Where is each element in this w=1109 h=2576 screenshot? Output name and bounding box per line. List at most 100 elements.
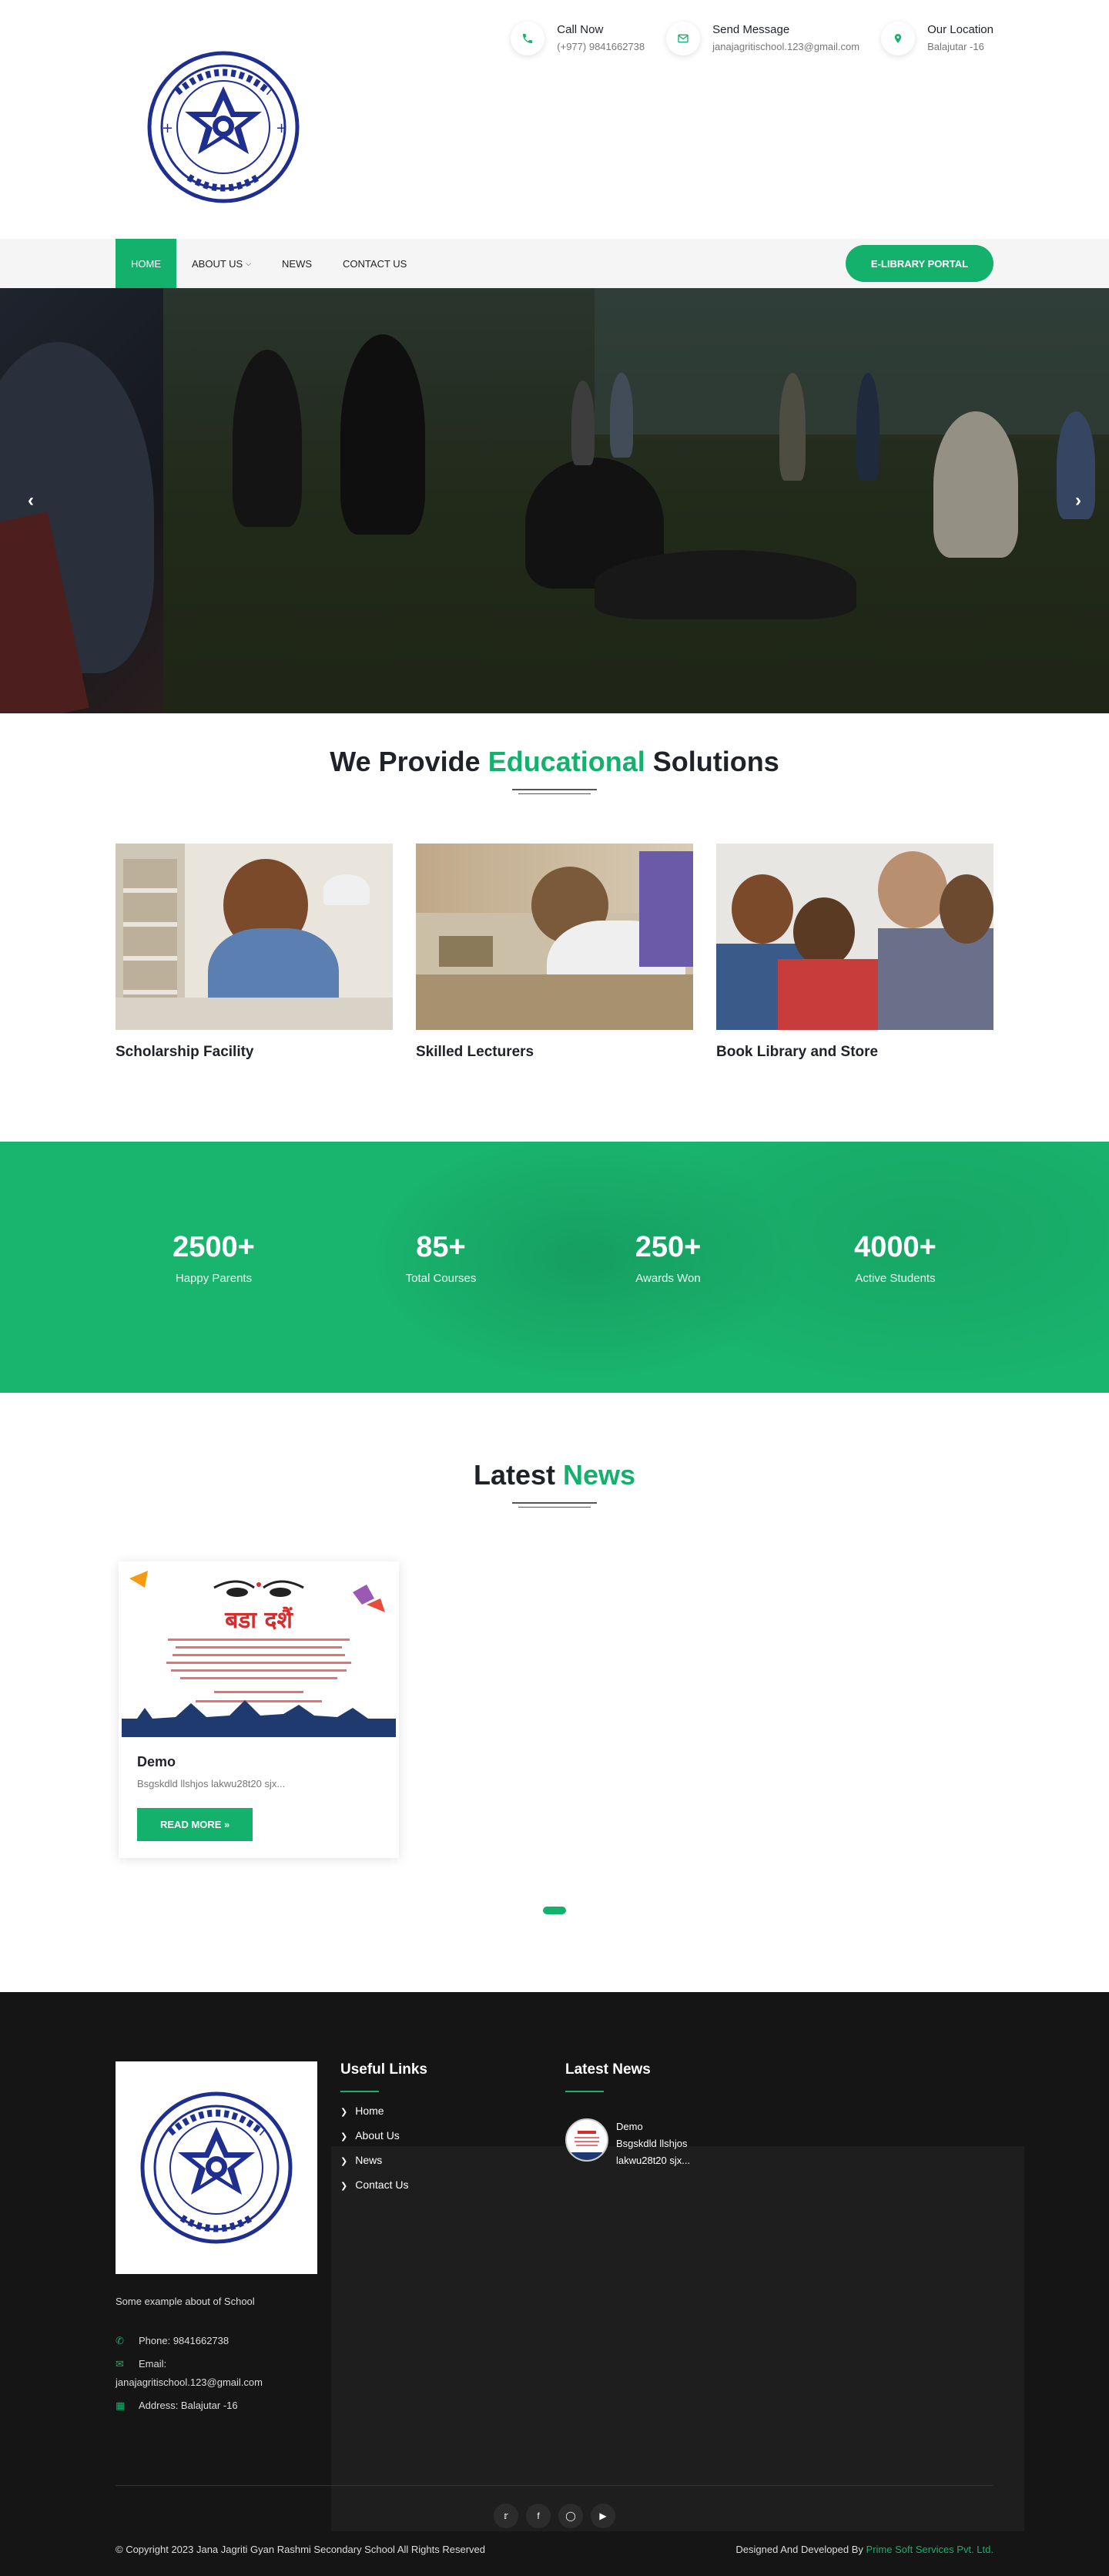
stat-value: 250+ bbox=[635, 1231, 702, 1263]
solution-card[interactable]: Book Library and Store bbox=[716, 844, 993, 1061]
library-image bbox=[716, 844, 993, 1030]
footer-news-item[interactable]: Demo Bsgskdld llshjos lakwu28t20 sjx... bbox=[565, 2118, 790, 2169]
heading-text: Latest bbox=[473, 1459, 555, 1491]
e-library-portal-button[interactable]: E-LIBRARY PORTAL bbox=[846, 245, 993, 282]
stat-value: 4000+ bbox=[854, 1231, 936, 1263]
news-excerpt: Bsgskdld llshjos lakwu28t20 sjx... bbox=[137, 1778, 286, 1789]
stat-counter: 85+ Total Courses bbox=[341, 1231, 541, 1285]
chevron-right-icon: ❯ bbox=[340, 2108, 348, 2117]
svg-text:+: + bbox=[276, 120, 287, 136]
hero-slider: ‹ › bbox=[0, 288, 1109, 713]
solution-title: Scholarship Facility bbox=[116, 1044, 254, 1060]
footer-phone: ✆ Phone: 9841662738 bbox=[116, 2333, 340, 2349]
chevron-down-icon: ⌵ bbox=[246, 259, 252, 267]
solutions-heading: We Provide Educational Solutions bbox=[116, 746, 993, 778]
designed-by: Designed And Developed By Prime Soft Ser… bbox=[735, 2544, 993, 2555]
solution-card[interactable]: Skilled Lecturers bbox=[416, 844, 693, 1061]
solution-title: Book Library and Store bbox=[716, 1044, 879, 1060]
map-icon: ▦ bbox=[116, 2400, 126, 2411]
chevron-right-icon: ❯ bbox=[340, 2157, 348, 2166]
heading-underline bbox=[512, 1502, 597, 1508]
latest-news-section: Latest News बडा दशैं Demo Bsgskdld llshj… bbox=[0, 1393, 1109, 1992]
twitter-icon[interactable]: 𝕣 bbox=[494, 2504, 518, 2528]
designed-by-label: Designed And Developed By bbox=[735, 2544, 863, 2555]
footer-heading: Latest News bbox=[565, 2061, 651, 2078]
stat-counter: 4000+ Active Students bbox=[796, 1231, 996, 1285]
social-links: 𝕣 f ◯ ▶ bbox=[116, 2504, 993, 2528]
footer-about-column: Some example about of School ✆ Phone: 98… bbox=[116, 2061, 340, 2421]
footer-phone-text: Phone: 9841662738 bbox=[139, 2335, 230, 2346]
youtube-icon[interactable]: ▶ bbox=[591, 2504, 615, 2528]
envelope-icon bbox=[666, 22, 701, 55]
contact-location[interactable]: Our Location Balajutar -16 bbox=[881, 22, 993, 55]
footer-logo bbox=[116, 2061, 317, 2274]
header-contacts: Call Now (+977) 9841662738 Send Message … bbox=[511, 22, 993, 55]
stat-label: Awards Won bbox=[635, 1272, 701, 1285]
stat-value: 85+ bbox=[416, 1231, 466, 1263]
footer-link-label: News bbox=[355, 2154, 383, 2166]
lecturers-image bbox=[416, 844, 693, 1030]
news-poster-image: बडा दशैं bbox=[122, 1565, 396, 1737]
slider-next-arrow-icon[interactable]: › bbox=[1075, 490, 1081, 512]
nav-home[interactable]: HOME bbox=[116, 239, 176, 288]
contact-value: janajagritischool.123@gmail.com bbox=[712, 41, 860, 52]
contact-value: (+977) 9841662738 bbox=[557, 41, 645, 52]
instagram-icon[interactable]: ◯ bbox=[558, 2504, 583, 2528]
footer-useful-links: Useful Links ❯ Home ❯ About Us ❯ News ❯ Cont… bbox=[340, 2061, 565, 2421]
nav-news[interactable]: NEWS bbox=[266, 239, 327, 288]
contact-title: Our Location bbox=[927, 23, 993, 36]
footer-link-label: Contact Us bbox=[355, 2179, 409, 2191]
footer-link-home[interactable]: ❯ Home bbox=[340, 2105, 565, 2117]
stat-value: 2500+ bbox=[173, 1231, 255, 1263]
footer-divider bbox=[116, 2485, 993, 2486]
poster-heading: बडा दशैं bbox=[224, 1606, 293, 1634]
phone-icon: ✆ bbox=[116, 2335, 124, 2346]
nav-contact-us[interactable]: CONTACT US bbox=[327, 239, 422, 288]
footer-news-thumbnail bbox=[565, 2118, 608, 2162]
svg-text:+: + bbox=[162, 120, 173, 136]
footer-link-news[interactable]: ❯ News bbox=[340, 2154, 565, 2166]
news-title[interactable]: Demo bbox=[137, 1754, 380, 1770]
map-marker-icon bbox=[881, 22, 916, 55]
slider-prev-arrow-icon[interactable]: ‹ bbox=[28, 490, 34, 512]
heading-text: Solutions bbox=[652, 746, 779, 777]
phone-icon bbox=[511, 22, 545, 55]
footer-link-contact-us[interactable]: ❯ Contact Us bbox=[340, 2179, 565, 2191]
footer-news-excerpt-line: lakwu28t20 sjx... bbox=[616, 2155, 691, 2166]
contact-title: Call Now bbox=[557, 23, 604, 36]
contact-message[interactable]: Send Message janajagritischool.123@gmail… bbox=[666, 22, 859, 55]
read-more-button[interactable]: READ MORE » bbox=[137, 1808, 253, 1841]
solution-card[interactable]: Scholarship Facility bbox=[116, 844, 393, 1061]
footer-email: ✉ Email: bbox=[116, 2356, 340, 2372]
designer-link[interactable]: Prime Soft Services Pvt. Ltd. bbox=[866, 2544, 993, 2555]
chevron-right-icon: ❯ bbox=[340, 2132, 348, 2142]
carousel-dot-active[interactable] bbox=[543, 1907, 566, 1914]
footer-link-label: Home bbox=[355, 2105, 384, 2117]
stat-counter: 2500+ Happy Parents bbox=[114, 1231, 314, 1285]
solution-title: Skilled Lecturers bbox=[416, 1044, 534, 1060]
contact-call[interactable]: Call Now (+977) 9841662738 bbox=[511, 22, 645, 55]
footer-heading-underline bbox=[565, 2091, 604, 2092]
footer-news-title: Demo bbox=[616, 2121, 643, 2132]
footer-address-text: Address: Balajutar -16 bbox=[139, 2400, 238, 2411]
footer-about-text: Some example about of School bbox=[116, 2296, 255, 2307]
carousel-pagination bbox=[116, 1904, 993, 1918]
stats-counter-section: 2500+ Happy Parents 85+ Total Courses 25… bbox=[0, 1142, 1109, 1393]
footer-news-excerpt-line: Bsgskdld llshjos bbox=[616, 2138, 688, 2149]
footer-link-about-us[interactable]: ❯ About Us bbox=[340, 2129, 565, 2142]
scholarship-image bbox=[116, 844, 393, 1030]
stat-counter: 250+ Awards Won bbox=[568, 1231, 769, 1285]
stat-label: Happy Parents bbox=[175, 1272, 253, 1285]
news-heading: Latest News bbox=[116, 1459, 993, 1491]
heading-highlight: Educational bbox=[487, 746, 645, 777]
heading-highlight: News bbox=[563, 1459, 636, 1491]
facebook-icon[interactable]: f bbox=[526, 2504, 551, 2528]
footer-email-label: Email: bbox=[139, 2358, 167, 2370]
news-card[interactable]: बडा दशैं Demo Bsgskdld llshjos lakwu28t2… bbox=[119, 1561, 399, 1858]
stat-label: Active Students bbox=[855, 1272, 936, 1285]
school-logo[interactable]: + + bbox=[146, 46, 300, 208]
footer-email-text[interactable]: janajagritischool.123@gmail.com bbox=[116, 2375, 263, 2390]
nav-about-us[interactable]: ABOUT US ⌵ bbox=[176, 239, 266, 288]
solutions-section: We Provide Educational Solutions Scholar… bbox=[0, 713, 1109, 1142]
footer-bottom-bar: © Copyright 2023 Jana Jagriti Gyan Rashm… bbox=[116, 2544, 993, 2555]
